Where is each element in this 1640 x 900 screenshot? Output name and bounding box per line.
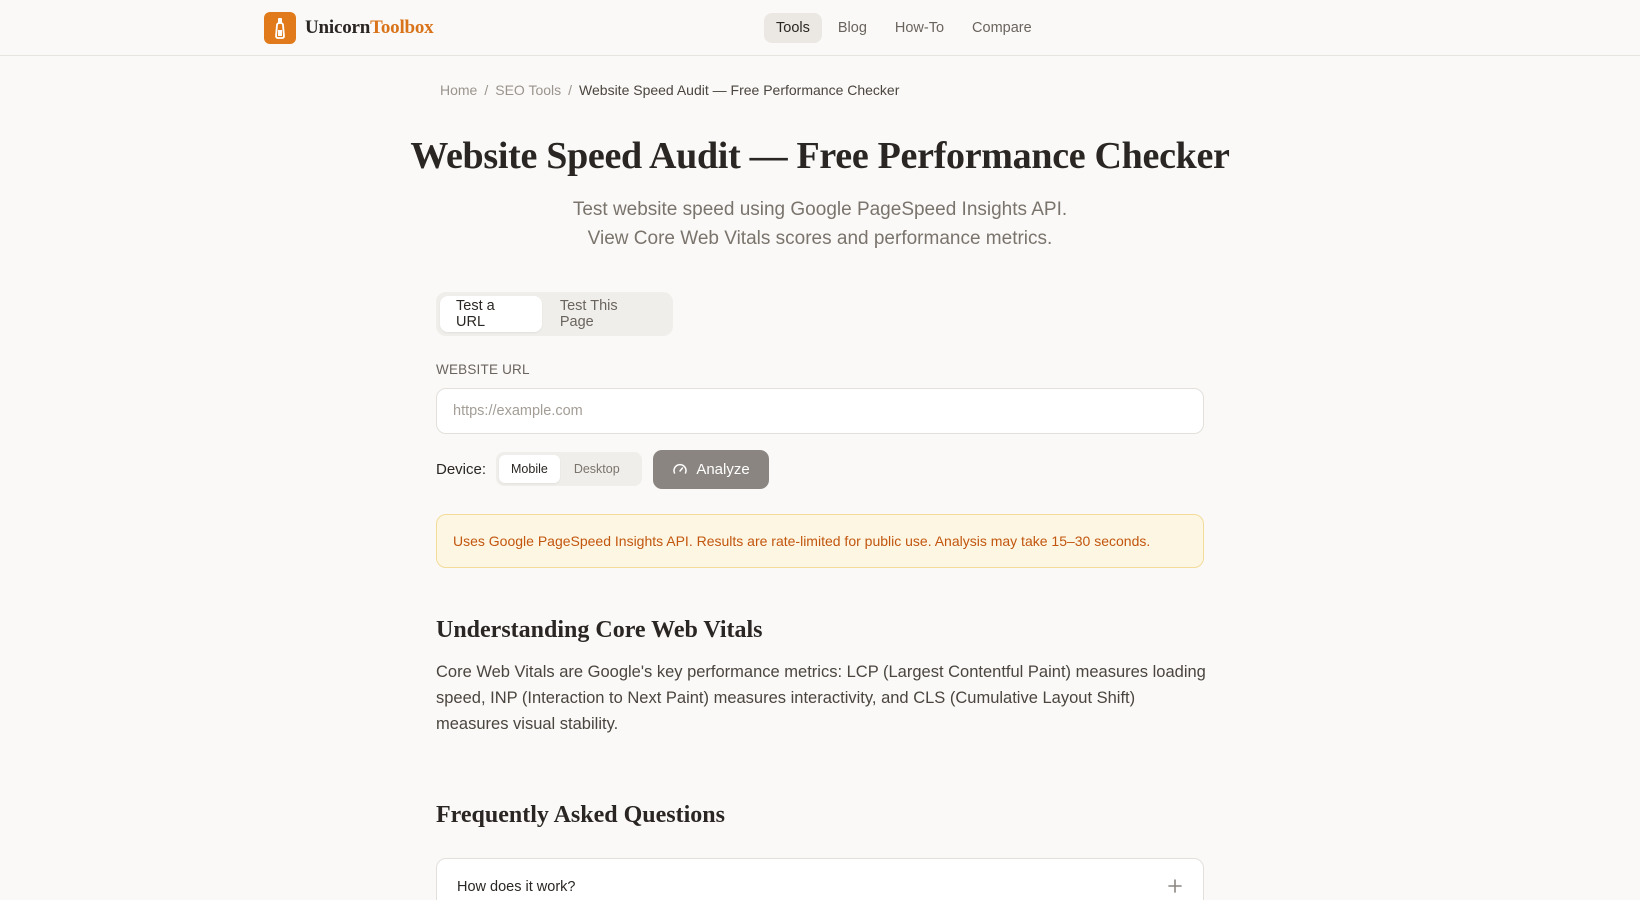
tab-test-this-page[interactable]: Test This Page xyxy=(544,296,669,332)
brand-name: UnicornToolbox xyxy=(305,17,434,39)
device-option-desktop[interactable]: Desktop xyxy=(562,455,632,483)
breadcrumb-current: Website Speed Audit — Free Performance C… xyxy=(579,82,900,98)
tab-test-a-url[interactable]: Test a URL xyxy=(440,296,542,332)
faq-item[interactable]: How does it work? xyxy=(436,858,1204,900)
faq-section-title: Frequently Asked Questions xyxy=(436,802,725,828)
faq-question: How does it work? xyxy=(457,879,576,895)
test-mode-tabs: Test a URL Test This Page xyxy=(436,292,673,336)
unicorn-bottle-logo-icon xyxy=(264,12,296,44)
website-url-label: WEBSITE URL xyxy=(436,362,530,377)
page-title: Website Speed Audit — Free Performance C… xyxy=(410,135,1230,177)
cwv-section-title: Understanding Core Web Vitals xyxy=(436,617,763,643)
notice-text: Uses Google PageSpeed Insights API. Resu… xyxy=(453,533,1151,549)
breadcrumb-separator: / xyxy=(568,82,573,98)
nav-item-compare[interactable]: Compare xyxy=(960,13,1044,43)
analyze-button[interactable]: Analyze xyxy=(653,450,769,489)
subtitle-line-2: View Core Web Vitals scores and performa… xyxy=(587,228,1053,249)
device-toggle: Mobile Desktop xyxy=(496,452,642,486)
main-nav: Tools Blog How-To Compare xyxy=(764,12,1048,44)
brand-logo-link[interactable]: UnicornToolbox xyxy=(264,12,434,44)
page-subtitle: Test website speed using Google PageSpee… xyxy=(0,195,1640,253)
brand-name-part2: Toolbox xyxy=(370,17,434,38)
device-option-mobile[interactable]: Mobile xyxy=(499,455,560,483)
nav-item-how-to[interactable]: How-To xyxy=(883,13,956,43)
breadcrumb-separator: / xyxy=(484,82,489,98)
subtitle-line-1: Test website speed using Google PageSpee… xyxy=(572,199,1068,220)
nav-item-tools[interactable]: Tools xyxy=(764,13,822,43)
plus-icon xyxy=(1168,879,1182,893)
top-navbar: UnicornToolbox Tools Blog How-To Compare xyxy=(0,0,1640,56)
rate-limit-notice: Uses Google PageSpeed Insights API. Resu… xyxy=(436,514,1204,568)
nav-item-blog[interactable]: Blog xyxy=(826,13,879,43)
website-url-input[interactable] xyxy=(436,388,1204,434)
brand-name-part1: Unicorn xyxy=(305,17,371,38)
device-label: Device: xyxy=(436,461,487,478)
gauge-icon xyxy=(673,463,688,474)
breadcrumb: Home / SEO Tools / Website Speed Audit —… xyxy=(440,82,899,98)
breadcrumb-seo-tools-link[interactable]: SEO Tools xyxy=(495,82,561,98)
analyze-button-label: Analyze xyxy=(696,461,750,478)
breadcrumb-home-link[interactable]: Home xyxy=(440,82,477,98)
cwv-body-text: Core Web Vitals are Google's key perform… xyxy=(436,663,1206,733)
